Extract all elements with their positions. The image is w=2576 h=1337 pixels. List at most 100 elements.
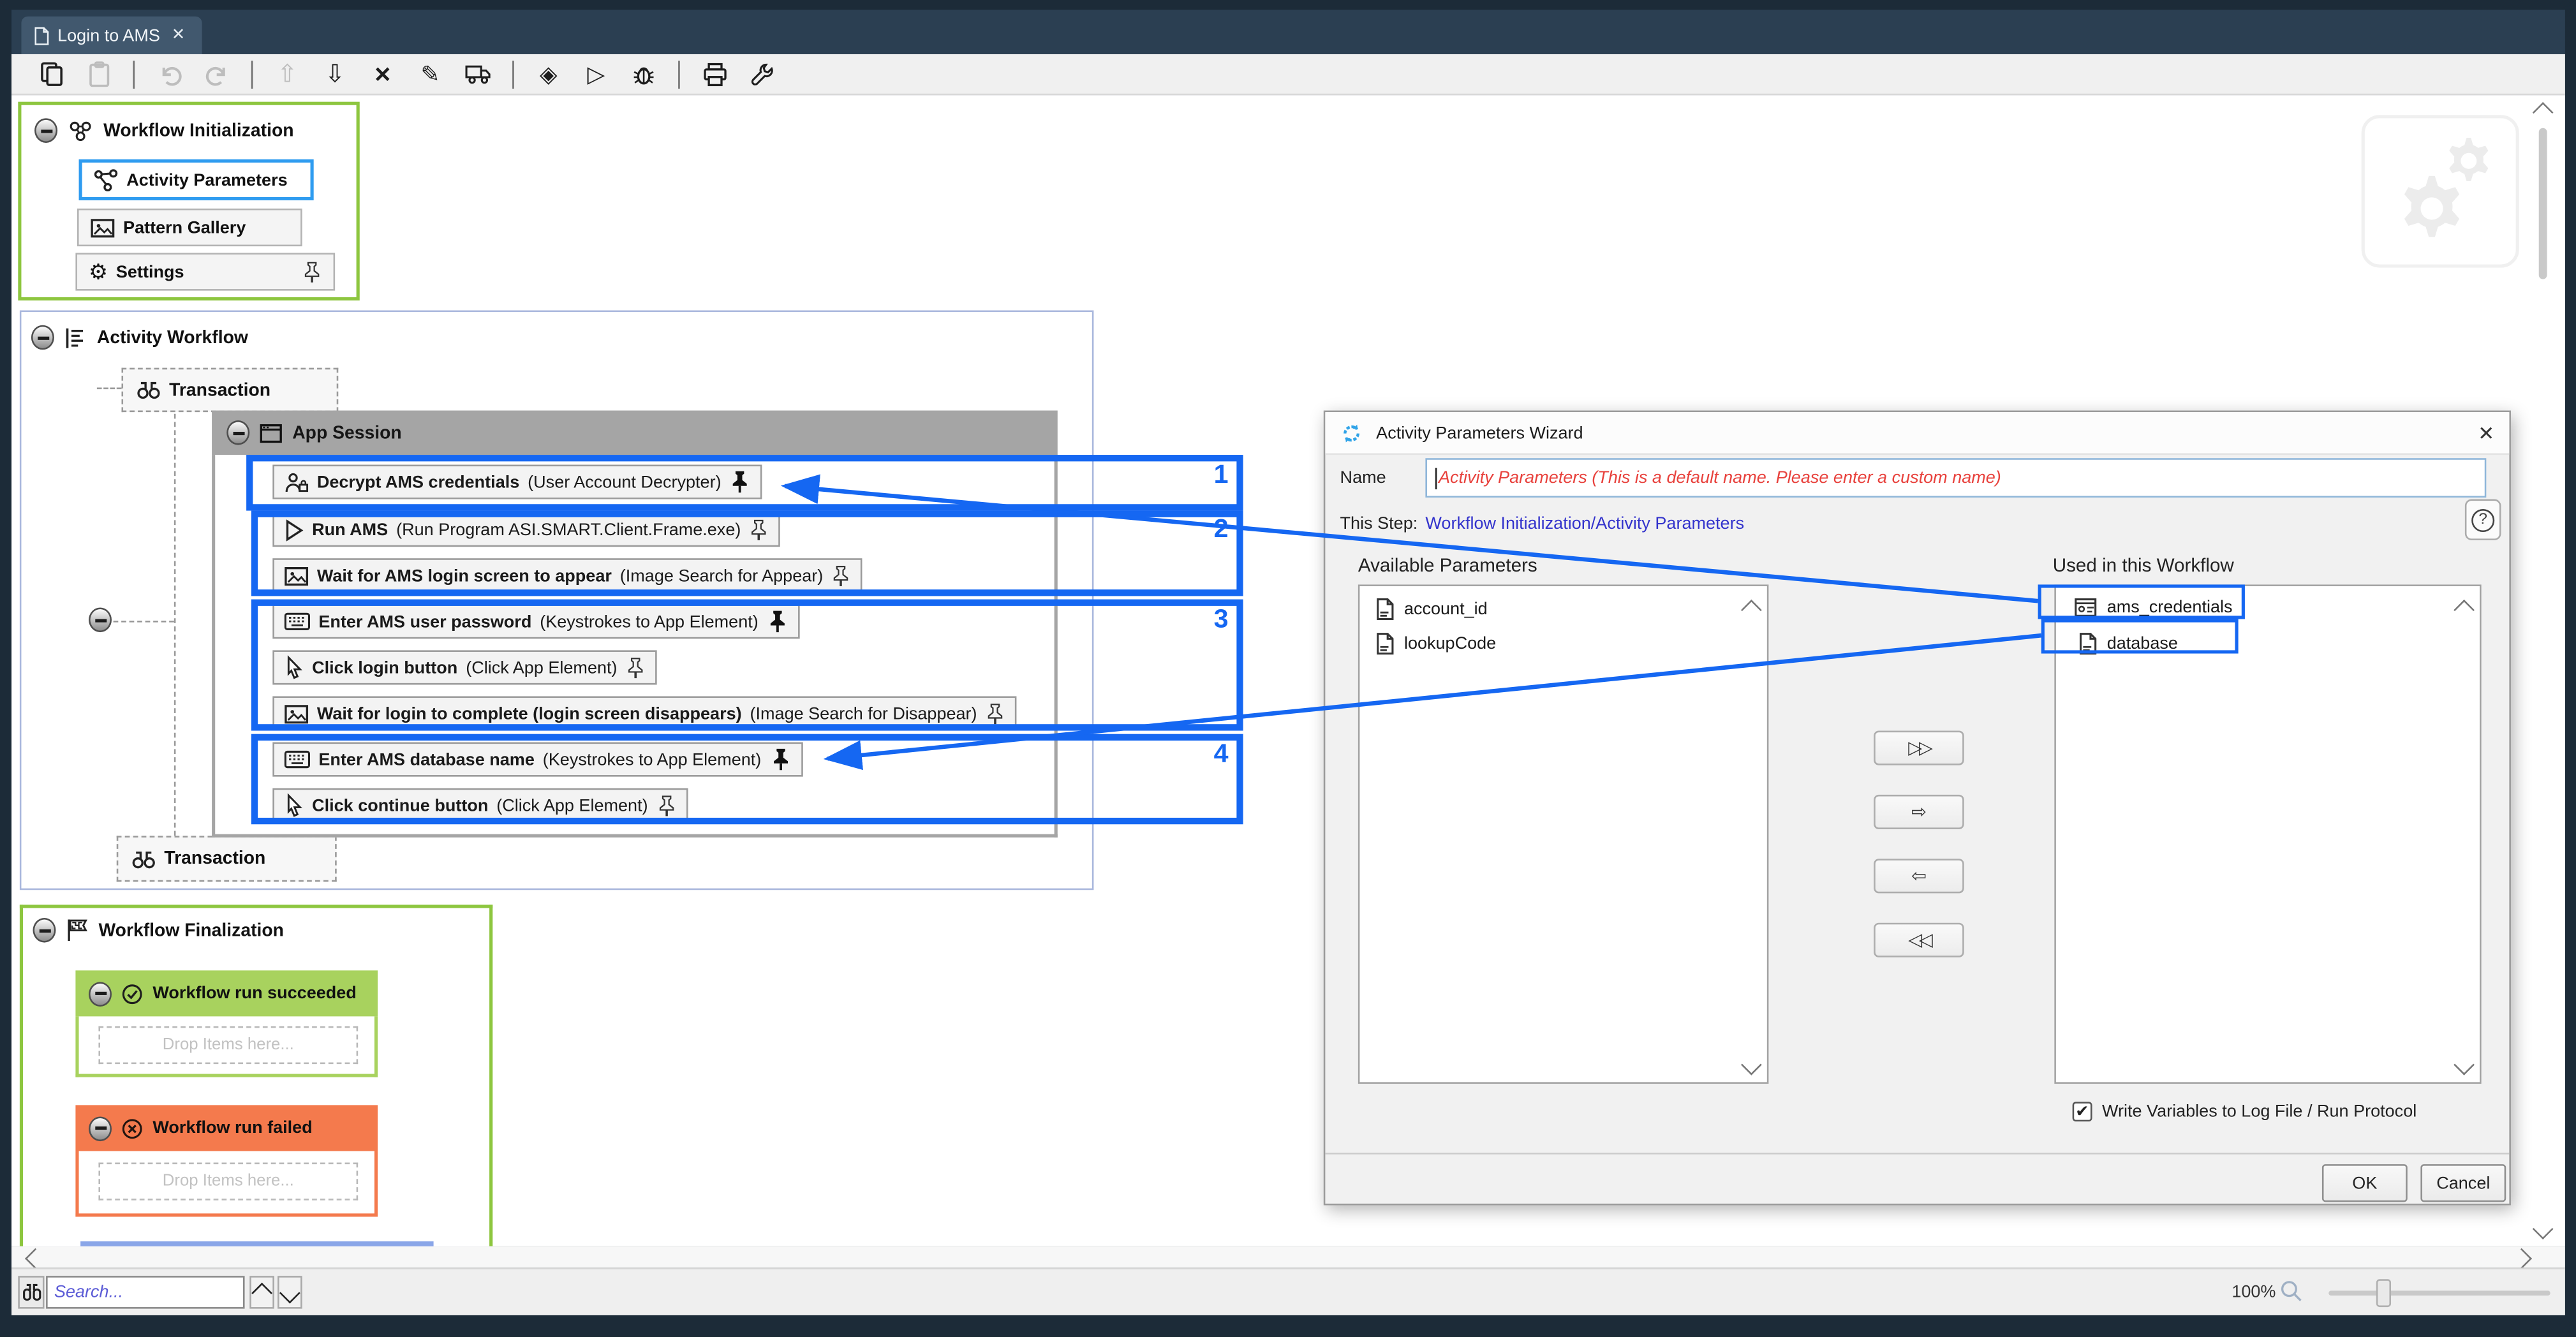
available-parameters-list[interactable]: account_id lookupCode	[1358, 584, 1769, 1084]
collapse-toggle-icon[interactable]	[34, 118, 58, 143]
step-detail: (Click App Element)	[466, 657, 618, 677]
pin-outline-icon[interactable]	[749, 518, 769, 541]
collapse-toggle-icon[interactable]	[33, 917, 56, 943]
step-wait-ams-login-appear[interactable]: Wait for AMS login screen to appear (Ima…	[272, 558, 863, 593]
gear-icon: ⚙	[89, 258, 108, 284]
pin-filled-icon[interactable]	[729, 469, 750, 494]
find-next-button[interactable]	[278, 1276, 302, 1309]
sequence-collapse-toggle[interactable]	[89, 607, 112, 633]
ok-button[interactable]: OK	[2321, 1164, 2408, 1202]
step-decrypt-ams-credentials[interactable]: Decrypt AMS credentials (User Account De…	[272, 464, 762, 499]
available-parameters-label: Available Parameters	[1358, 556, 1537, 577]
zoom-slider-handle[interactable]	[2376, 1279, 2392, 1308]
collapse-toggle-icon[interactable]	[89, 981, 112, 1006]
dialog-close-icon[interactable]: ✕	[2478, 421, 2494, 444]
collapse-toggle-icon[interactable]	[226, 420, 250, 445]
step-wait-login-complete[interactable]: Wait for login to complete (login screen…	[272, 696, 1017, 731]
help-button[interactable]: ?	[2464, 499, 2501, 540]
scroll-right-icon[interactable]	[2511, 1248, 2533, 1269]
parameter-label: ams_credentials	[2106, 598, 2233, 617]
paste-icon[interactable]	[85, 61, 112, 87]
move-all-left-button[interactable]: ◁◁	[1874, 922, 1964, 957]
app-session-header[interactable]: App Session	[212, 410, 1058, 455]
step-run-ams[interactable]: Run AMS (Run Program ASI.SMART.Client.Fr…	[272, 512, 781, 547]
pin-outline-icon[interactable]	[831, 564, 851, 587]
pin-icon[interactable]	[302, 260, 322, 283]
keyboard-icon	[284, 612, 310, 630]
list-scroll-up-icon[interactable]	[2454, 599, 2475, 621]
list-scroll-down-icon[interactable]	[2454, 1054, 2475, 1075]
checkered-flag-icon	[66, 918, 89, 943]
drop-zone[interactable]: Drop Items here...	[98, 1162, 359, 1200]
write-variables-checkbox[interactable]: ✔	[2072, 1102, 2092, 1122]
settings-button[interactable]: ⚙ Settings	[75, 253, 336, 291]
pin-outline-icon[interactable]	[625, 656, 645, 679]
pattern-gallery-button[interactable]: Pattern Gallery	[77, 208, 302, 247]
activity-parameters-button[interactable]: Activity Parameters	[78, 159, 314, 201]
debug-bug-icon[interactable]	[630, 61, 656, 87]
export-truck-icon[interactable]	[464, 61, 491, 87]
user-decrypt-icon	[284, 471, 309, 494]
run-play-icon[interactable]: ▷	[583, 61, 609, 87]
binoculars-search-icon	[20, 1282, 41, 1302]
step-click-login-button[interactable]: Click login button (Click App Element)	[272, 650, 657, 685]
used-in-workflow-list[interactable]: ams_credentials database	[2054, 584, 2482, 1084]
tab-login-to-ams[interactable]: Login to AMS ✕	[21, 16, 202, 54]
parameter-doc-icon	[1375, 598, 1395, 621]
find-button[interactable]	[18, 1276, 45, 1309]
step-click-continue-button[interactable]: Click continue button (Click App Element…	[272, 788, 688, 823]
list-scroll-down-icon[interactable]	[1741, 1054, 1762, 1075]
wizard-refresh-icon	[1340, 421, 1363, 444]
tab-close-icon[interactable]: ✕	[172, 26, 186, 44]
transaction-block-top[interactable]: Transaction	[121, 367, 339, 413]
pin-filled-icon[interactable]	[767, 609, 788, 634]
arrow-down-icon[interactable]: ⇩	[322, 61, 348, 87]
toolbar-separator	[678, 59, 680, 88]
step-enter-ams-database[interactable]: Enter AMS database name (Keystrokes to A…	[272, 742, 803, 777]
move-left-button[interactable]: ⇦	[1874, 859, 1964, 894]
copy-icon[interactable]	[38, 61, 64, 87]
horizontal-scrollbar[interactable]	[11, 1246, 2565, 1269]
edit-pencil-icon[interactable]: ✎	[417, 61, 443, 87]
name-input[interactable]: Activity Parameters (This is a default n…	[1425, 458, 2487, 498]
transaction-label: Transaction	[169, 380, 271, 400]
transaction-label: Transaction	[164, 848, 266, 869]
workflow-run-succeeded-title: Workflow run succeeded	[152, 983, 357, 1003]
parameter-label: account_id	[1403, 599, 1488, 619]
transaction-block-bottom[interactable]: Transaction	[116, 836, 337, 882]
list-item-database[interactable]: database	[2077, 632, 2178, 655]
find-previous-button[interactable]	[249, 1276, 274, 1309]
drop-zone[interactable]: Drop Items here...	[98, 1026, 359, 1065]
move-right-button[interactable]: ⇨	[1874, 794, 1964, 829]
undo-icon[interactable]	[156, 61, 182, 87]
delete-x-icon[interactable]: ✕	[369, 61, 396, 87]
zoom-slider-track[interactable]	[2328, 1290, 2550, 1296]
cancel-button[interactable]: Cancel	[2420, 1164, 2506, 1202]
list-scroll-up-icon[interactable]	[1741, 599, 1762, 621]
arrow-up-icon[interactable]: ⇧	[274, 61, 300, 87]
drop-zone-label: Drop Items here...	[162, 1172, 294, 1191]
milestone-diamond-icon[interactable]: ◈	[535, 61, 561, 87]
redo-icon[interactable]	[204, 61, 230, 87]
list-item-ams-credentials[interactable]: ams_credentials	[2074, 598, 2233, 617]
collapse-toggle-icon[interactable]	[31, 325, 54, 350]
vertical-scrollbar-thumb[interactable]	[2538, 128, 2547, 279]
x-circle-icon	[121, 1118, 142, 1139]
pin-outline-icon[interactable]	[985, 702, 1005, 725]
pin-filled-icon[interactable]	[769, 747, 790, 772]
this-step-link[interactable]: Workflow Initialization/Activity Paramet…	[1425, 514, 1744, 534]
write-variables-label: Write Variables to Log File / Run Protoc…	[2101, 1102, 2417, 1122]
wrench-icon[interactable]	[749, 61, 775, 87]
collapse-toggle-icon[interactable]	[89, 1116, 112, 1141]
list-item-account-id[interactable]: account_id	[1375, 598, 1488, 621]
app-window-icon	[260, 423, 283, 443]
workflow-run-failed-header[interactable]: Workflow run failed	[75, 1105, 378, 1151]
pin-outline-icon[interactable]	[656, 794, 676, 817]
scroll-left-icon[interactable]	[24, 1248, 46, 1269]
print-icon[interactable]	[701, 61, 727, 87]
step-enter-ams-password[interactable]: Enter AMS user password (Keystrokes to A…	[272, 604, 800, 639]
search-input[interactable]	[46, 1276, 245, 1309]
workflow-run-succeeded-header[interactable]: Workflow run succeeded	[75, 970, 378, 1017]
list-item-lookupcode[interactable]: lookupCode	[1375, 632, 1496, 655]
move-all-right-button[interactable]: ▷▷	[1874, 730, 1964, 765]
